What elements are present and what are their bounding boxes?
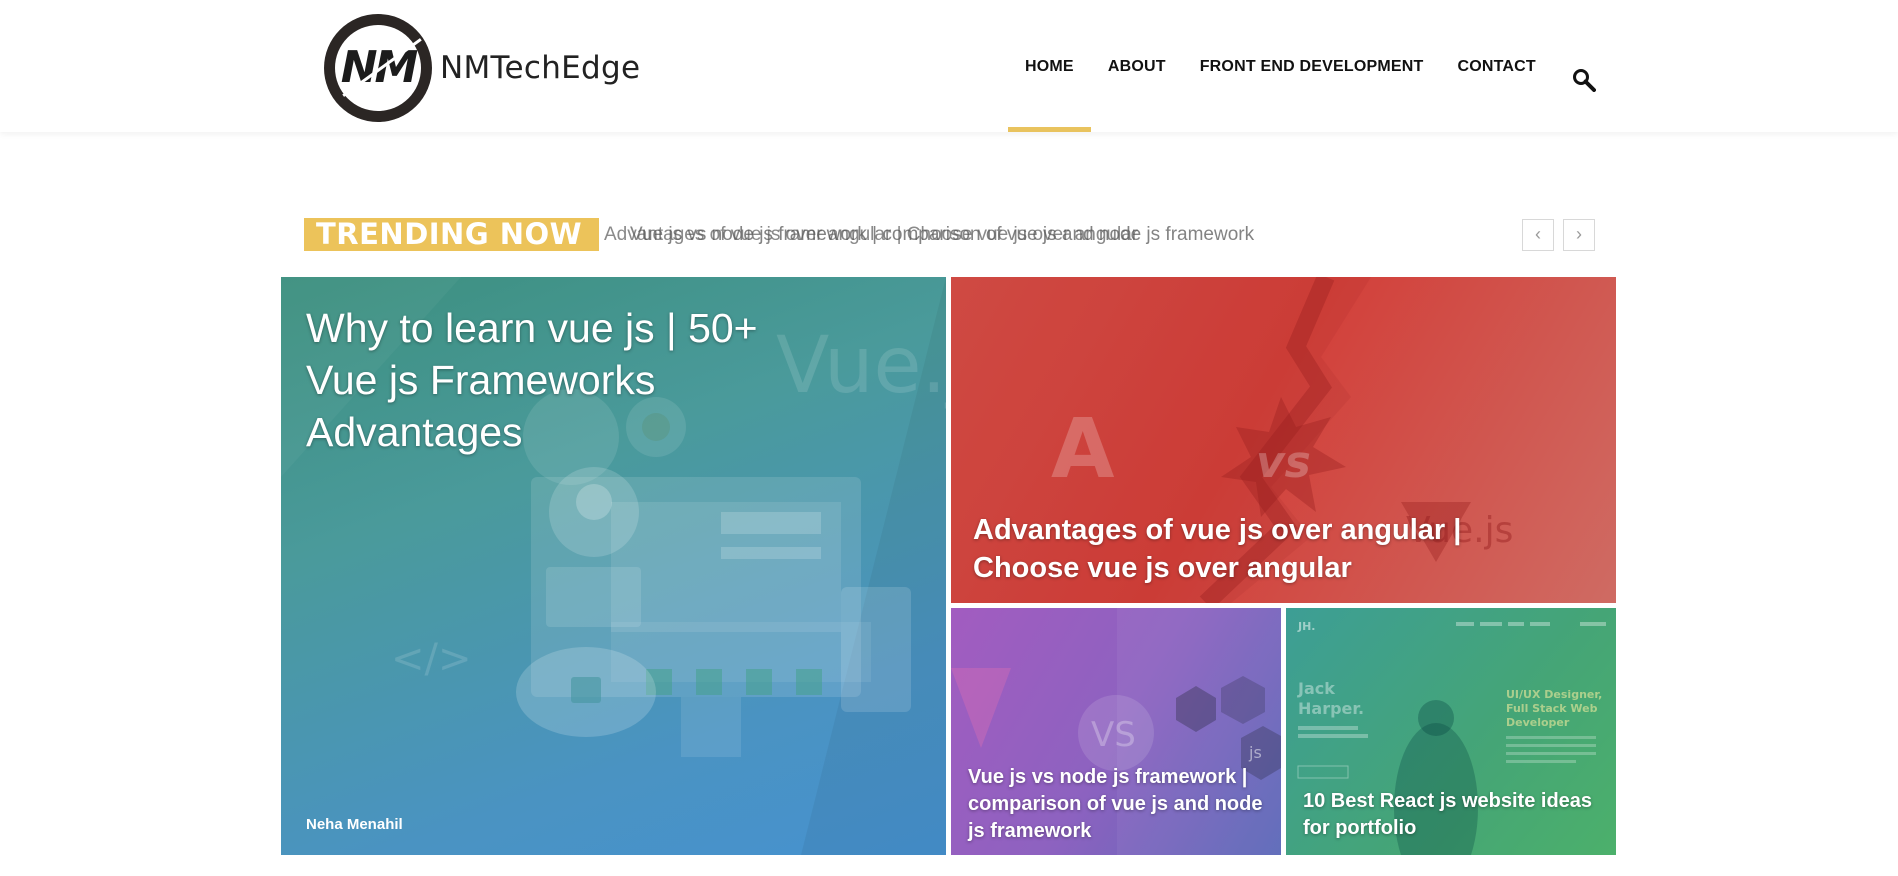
post-1-title[interactable]: Why to learn vue js | 50+ Vue js Framewo… (306, 302, 826, 458)
nav-item-home[interactable]: HOME (1008, 0, 1091, 132)
post-3-title[interactable]: Vue js vs node js framework | comparison… (968, 764, 1273, 845)
main-nav: HOME ABOUT FRONT END DEVELOPMENT CONTACT (1008, 0, 1553, 132)
svg-text:Jack: Jack (1297, 679, 1335, 698)
nav-item-front-end-development[interactable]: FRONT END DEVELOPMENT (1183, 0, 1441, 132)
svg-text:vs: vs (1256, 437, 1311, 488)
svg-text:Full Stack Web: Full Stack Web (1506, 702, 1598, 715)
post-4-title[interactable]: 10 Best React js website ideas for portf… (1303, 788, 1608, 842)
featured-post-3[interactable]: VS js Vue js vs node js framework | comp… (951, 608, 1281, 855)
featured-post-1[interactable]: </> Vue.js Why to learn vue js | 50+ Vue… (281, 277, 946, 855)
svg-text:JH.: JH. (1297, 620, 1315, 633)
svg-text:Developer: Developer (1506, 716, 1570, 729)
nav-item-about[interactable]: ABOUT (1091, 0, 1183, 132)
featured-post-4[interactable]: JH. Jack Harper. UI/UX Designer, Full St… (1286, 608, 1616, 855)
trending-prev-button[interactable]: ‹ (1522, 219, 1554, 251)
logo-mark: NM (324, 14, 432, 122)
featured-post-2[interactable]: A vs Vue.js Advantages of vue js over an… (951, 277, 1616, 603)
trending-next-button[interactable]: › (1563, 219, 1595, 251)
svg-text:UI/UX Designer,: UI/UX Designer, (1506, 688, 1602, 701)
search-icon[interactable] (1572, 68, 1596, 92)
svg-text:js: js (1248, 743, 1262, 762)
site-name: NMTechEdge (440, 50, 641, 86)
site-header: NM NMTechEdge HOME ABOUT FRONT END DEVEL… (0, 0, 1898, 132)
trending-label: TRENDING NOW (304, 218, 599, 251)
svg-text:</>: </> (391, 636, 472, 682)
svg-text:Harper.: Harper. (1298, 699, 1364, 718)
post-2-title[interactable]: Advantages of vue js over angular | Choo… (973, 511, 1493, 587)
trending-item-b[interactable]: Vue js vs node js framework | comparison… (630, 224, 1254, 246)
svg-text:A: A (1051, 402, 1115, 497)
trending-bar: TRENDING NOW Advantages of vue js over a… (304, 218, 1596, 251)
svg-text:VS: VS (1091, 715, 1136, 755)
post-1-author[interactable]: Neha Menahil (306, 816, 403, 833)
nav-item-contact[interactable]: CONTACT (1440, 0, 1552, 132)
site-logo[interactable]: NM NMTechEdge (324, 14, 640, 122)
